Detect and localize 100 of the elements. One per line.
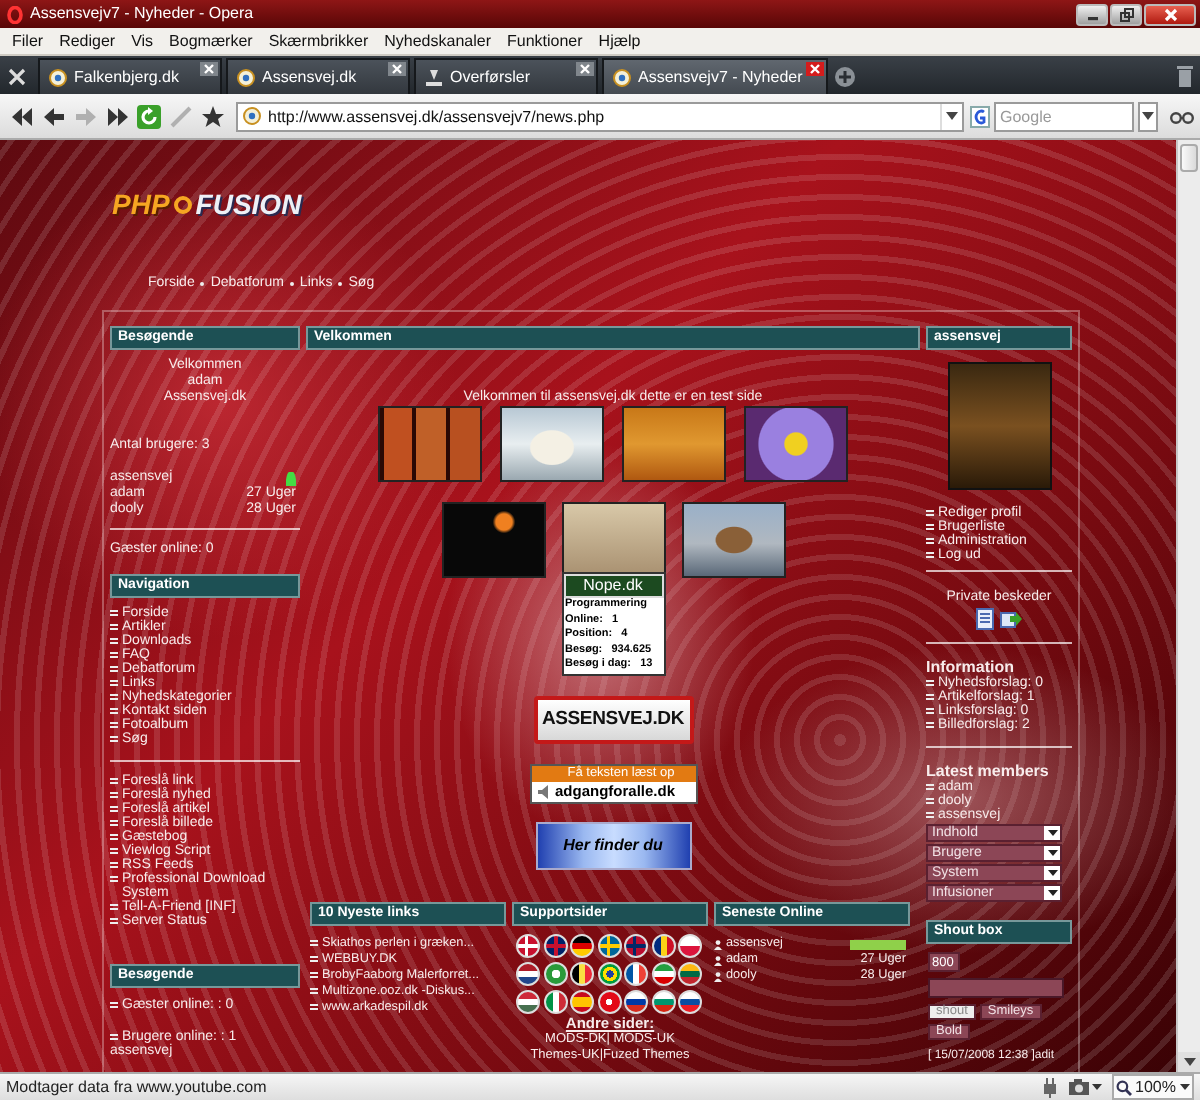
flag-icon[interactable] [678,934,702,958]
tab[interactable]: Falkenbjerg.dk [38,58,222,94]
flag-icon[interactable] [624,990,648,1014]
flag-icon[interactable] [597,990,621,1014]
flag-icon[interactable] [516,990,540,1014]
bullet-icon [110,904,118,912]
close-tab-button[interactable] [388,62,406,76]
caret-icon [1183,1058,1195,1066]
caret-icon [1047,890,1057,896]
bullet-icon [110,680,118,688]
bullet-icon [110,694,118,702]
bullet-icon [110,736,118,744]
camera-button[interactable] [1067,1078,1102,1096]
flag-icon[interactable] [651,962,675,986]
menu-item[interactable]: Nyhedskanaler [376,32,499,50]
menu-item[interactable]: Skærmbrikker [260,32,377,50]
separator-dot [289,282,294,286]
section-title: Information [926,658,1014,676]
bullet-icon [310,940,318,948]
bullet-icon [110,610,118,618]
banner-link[interactable]: ASSENSVEJ.DK [533,695,693,743]
trash-icon [1176,64,1194,88]
flag-icon[interactable] [651,934,675,958]
tools-icon [6,65,28,87]
menu-item[interactable]: Rediger [51,32,124,50]
section-title: Latest members [926,762,1051,780]
bullet-icon [110,638,118,646]
star-button[interactable] [198,101,228,131]
google-icon [970,105,990,127]
close-button[interactable] [1144,3,1196,25]
fast-forward-icon [104,103,130,129]
flag-icon[interactable] [624,934,648,958]
magnifier-icon [1115,1079,1132,1095]
close-icon [810,64,821,74]
flag-icon[interactable] [543,990,567,1014]
bullet-icon [110,666,118,674]
bullet-icon [110,820,118,828]
bullet-icon [110,918,118,926]
flag-icon[interactable] [570,990,594,1014]
flag-icon[interactable] [516,934,540,958]
minimize-button[interactable] [1076,3,1108,25]
status-text: Modtager data fra www.youtube.com [6,1078,269,1096]
plus-icon [834,65,857,87]
plug-icon[interactable] [1041,1077,1058,1097]
flag-icon[interactable] [651,990,675,1014]
restore-icon [1119,7,1133,21]
pencil-icon [168,103,194,129]
bullet-icon [110,848,118,856]
search-dropdown-button[interactable] [1138,101,1158,131]
flag-icon[interactable] [543,962,567,986]
bullet-icon [110,876,118,884]
search-field[interactable]: Google [994,101,1134,131]
bullet-icon [926,812,934,820]
person-icon [714,939,722,949]
restore-button[interactable] [1110,3,1142,25]
flag-icon[interactable] [516,962,540,986]
scroll-down-button[interactable] [1178,1052,1200,1072]
bullet-icon [310,956,318,964]
tab[interactable]: Assensvejv7 - Nyheder [602,58,829,94]
flag-icon[interactable] [597,934,621,958]
message-field[interactable] [928,978,1064,998]
flag-icon[interactable] [678,990,702,1014]
tab[interactable]: Overførsler [414,58,598,94]
menu-item[interactable]: Hjælp [590,32,649,50]
caret-icon [1091,1084,1102,1090]
flag-icon[interactable] [570,934,594,958]
zoom-control[interactable]: 100% [1111,1074,1194,1100]
photo-placeholder [622,406,726,482]
flag-icon[interactable] [570,962,594,986]
bullet-icon [310,972,318,980]
photo-placeholder [561,502,665,578]
bullet-icon [926,680,934,688]
tab[interactable]: Assensvej.dk [226,58,410,94]
scrollbar-thumb[interactable] [1180,144,1198,172]
camera-icon [1067,1078,1090,1096]
separator-dot [338,282,343,286]
bullet-icon [110,862,118,870]
menu-item[interactable]: Bogmærker [161,32,261,50]
bullet-icon [310,988,318,996]
menu-item[interactable]: Funktioner [499,32,591,50]
close-tab-button[interactable] [200,62,218,76]
bullet-icon [110,1002,118,1010]
close-tab-button[interactable] [576,62,594,76]
close-icon [392,64,402,74]
bullet-icon [926,784,934,792]
bullet-icon [110,792,118,800]
flag-icon[interactable] [678,962,702,986]
close-tab-button[interactable] [806,62,825,76]
bullet-icon [926,708,934,716]
address-field[interactable]: http://www.assensvej.dk/assensvejv7/news.php [236,101,964,131]
flag-icon[interactable] [624,962,648,986]
send-icon[interactable] [1000,608,1022,630]
flag-icon[interactable] [543,934,567,958]
document-icon[interactable] [976,608,996,630]
bullet-icon [110,624,118,632]
menu-item[interactable]: Filer [4,32,52,50]
menu-item[interactable]: Vis [123,32,162,50]
flag-icon[interactable] [597,962,621,986]
banner-link[interactable]: Her finder du [535,821,691,869]
bullet-icon [926,722,934,730]
